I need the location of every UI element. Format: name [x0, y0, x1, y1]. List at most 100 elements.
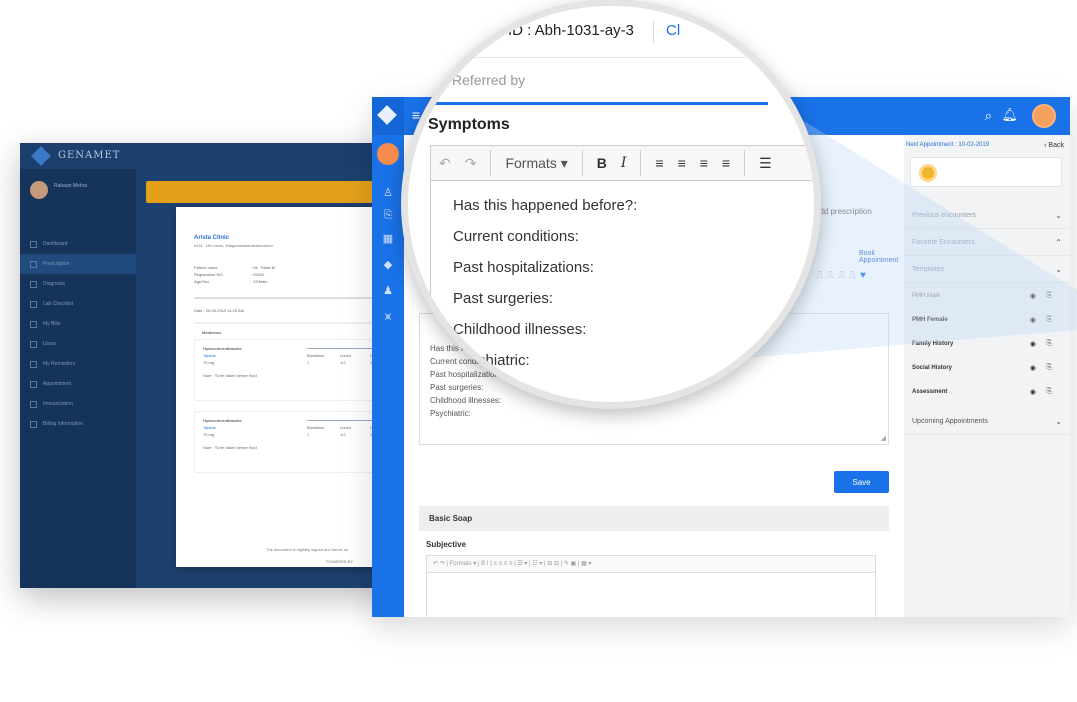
powered-by: POWERED BY — [326, 559, 354, 564]
search-icon[interactable]: ⌕ — [985, 108, 992, 124]
medicine-form: Tablets — [203, 425, 216, 430]
justify-icon[interactable]: ≡ — [722, 155, 730, 171]
copy-icon[interactable]: ⎘ — [1046, 292, 1052, 300]
resize-handle-icon[interactable]: ◢ — [881, 434, 886, 442]
copy-icon[interactable]: ⎘ — [1046, 388, 1052, 396]
sidebar-item-my-bills[interactable]: My Bills — [20, 314, 136, 334]
magnified-editor[interactable]: Has this happened before?: Current condi… — [430, 181, 814, 402]
age-value: : 22/Male — [251, 279, 268, 284]
eye-icon[interactable]: ◉ — [1030, 364, 1036, 372]
registration-value: : 55420 — [251, 272, 265, 277]
tool-icon[interactable]: ⎍ — [816, 270, 827, 281]
medicine-dose: 75 mg — [203, 360, 215, 365]
basic-soap-title: Basic Soap — [429, 514, 473, 523]
diamond-icon[interactable]: ◆ — [380, 257, 396, 273]
template-item[interactable]: PMH Male ◉ ⎘ — [904, 285, 1070, 309]
sidebar-item-label: Immunization — [43, 401, 73, 407]
clinic-name: Arista Clinic — [194, 235, 230, 241]
back-main: Arista Clinic #151, 11th cross, Malgonan… — [136, 169, 400, 588]
template-item[interactable]: PMH Female ◉ ⎘ — [904, 309, 1070, 333]
subjective-label: Subjective — [426, 540, 467, 549]
calendar-icon — [30, 380, 37, 388]
sidebar-item-users[interactable]: Users — [20, 334, 136, 354]
editor-line: Past hospitalizations: — [453, 259, 594, 276]
sidebar-item-label: Users — [43, 341, 57, 347]
avatar[interactable] — [1032, 104, 1056, 128]
sidebar-item-immunization[interactable]: Immunization — [20, 394, 136, 414]
sidebar-item-lab-checklist[interactable]: Lab Checklist — [20, 294, 136, 314]
save-button[interactable]: Save — [834, 471, 889, 493]
sidebar-item-label: Diagnosis — [43, 281, 65, 287]
add-prescription-link[interactable]: Add prescription — [814, 207, 872, 216]
magnifier-lens: ID : Abh-1031-ay-3 Cl Referred by Sympto… — [401, 0, 821, 409]
slot-label: Lunch — [340, 353, 351, 358]
redo-icon[interactable]: ↷ — [465, 155, 477, 172]
medicine-name: Hydrochlorothiazide — [203, 418, 242, 423]
document-icon[interactable]: ⎘ — [380, 207, 396, 223]
sidebar-item-billing[interactable]: Billing Information — [20, 414, 136, 434]
clinic-link[interactable]: Cl — [666, 22, 680, 39]
template-item[interactable]: Assessment ◉ ⎘ — [904, 381, 1070, 405]
previous-encounters-row[interactable]: Previous encounters ⌄ — [904, 203, 1070, 229]
templates-row[interactable]: Templates ⌄ — [904, 257, 1070, 283]
eye-icon[interactable]: ◉ — [1030, 316, 1036, 324]
favorite-encounters-row[interactable]: Favorite Encounters ⌃ — [904, 230, 1070, 256]
formats-dropdown[interactable]: Formats ▾ — [505, 155, 567, 172]
toolbar-separator — [744, 150, 746, 176]
template-item[interactable]: Family History ◉ ⎘ — [904, 333, 1070, 357]
eye-icon[interactable]: ◉ — [1030, 388, 1036, 396]
sidebar-item-label: Dashboard — [43, 241, 68, 247]
editor-line: Psychiatric: — [453, 352, 530, 369]
editor-line: Childhood illnesses: — [453, 321, 587, 338]
basic-soap-header[interactable]: Basic Soap — [419, 506, 889, 531]
tool-icon[interactable]: ⎍ — [838, 270, 849, 281]
medicines-title: Medicines — [202, 330, 222, 335]
user-icon[interactable]: ♙ — [380, 185, 396, 201]
person-icon[interactable]: ♟ — [380, 283, 396, 299]
invoicing-card[interactable] — [910, 157, 1062, 187]
symptoms-title: Symptoms — [428, 116, 510, 133]
tool-icon[interactable]: ⎍ — [849, 270, 860, 281]
copy-icon[interactable]: ⎘ — [1046, 340, 1052, 348]
eye-icon[interactable]: ◉ — [1030, 340, 1036, 348]
bold-button[interactable]: B — [597, 155, 607, 171]
book-appointment-link[interactable]: Book Appointment — [859, 250, 904, 264]
italic-button[interactable]: I — [621, 155, 627, 171]
editor-line: Past surgeries: — [453, 290, 554, 307]
medicine-card: Hydrochlorothiazide Tablets 75 mg Note :… — [194, 411, 394, 473]
medicine-note: Note : To be taken before food — [203, 445, 257, 450]
chart-icon[interactable]: ⩙ — [380, 309, 396, 325]
tool-icon[interactable]: ⎍ — [827, 270, 838, 281]
patient-name-value: : Mr. Thilak M — [251, 265, 275, 270]
patient-id-strip: ID : Abh-1031-ay-3 Cl — [408, 6, 814, 58]
front-sidebar: ♙ ⎘ ▦ ◆ ♟ ⩙ — [372, 135, 404, 617]
medicine-form: Tablets — [203, 353, 216, 358]
action-icons: ⎍⎍⎍⎍♥ — [816, 270, 870, 281]
eye-icon[interactable]: ◉ — [1030, 292, 1036, 300]
patient-avatar[interactable] — [377, 143, 399, 165]
subjective-toolbar[interactable]: ↶ ↷ | Formats ▾ | B I | ≡ ≡ ≡ ≡ | ☰ ▾ | … — [426, 555, 876, 573]
copy-icon[interactable]: ⎘ — [1046, 364, 1052, 372]
sidebar-item-appointment[interactable]: Appointment — [20, 374, 136, 394]
brand-name: GENAMET — [58, 150, 121, 161]
heart-icon[interactable]: ♥ — [860, 270, 870, 281]
sidebar-item-dashboard[interactable]: Dashboard — [20, 234, 136, 254]
back-link[interactable]: ‹ Back — [1044, 142, 1064, 149]
sidebar-item-prescription[interactable]: Prescription — [20, 254, 136, 274]
upcoming-appointments-row[interactable]: Upcoming Appointments ⌄ — [904, 409, 1070, 435]
bullet-list-icon[interactable]: ☰ — [759, 155, 772, 172]
calendar-icon[interactable]: ▦ — [380, 231, 396, 247]
align-center-icon[interactable]: ≡ — [678, 155, 686, 171]
sidebar-item-diagnosis[interactable]: Diagnosis — [20, 274, 136, 294]
align-right-icon[interactable]: ≡ — [700, 155, 708, 171]
back-user[interactable]: Rahaan Mehra — [30, 181, 130, 209]
logo-box[interactable] — [372, 97, 404, 135]
subjective-editor[interactable] — [426, 573, 876, 617]
align-left-icon[interactable]: ≡ — [655, 155, 663, 171]
copy-icon[interactable]: ⎘ — [1046, 316, 1052, 324]
sidebar-item-reminders[interactable]: My Reminders — [20, 354, 136, 374]
referred-by-field[interactable]: Referred by — [452, 72, 525, 88]
template-item[interactable]: Social History ◉ ⎘ — [904, 357, 1070, 381]
bell-icon[interactable]: 🔔︎ — [1001, 107, 1018, 123]
undo-icon[interactable]: ↶ — [439, 155, 451, 172]
